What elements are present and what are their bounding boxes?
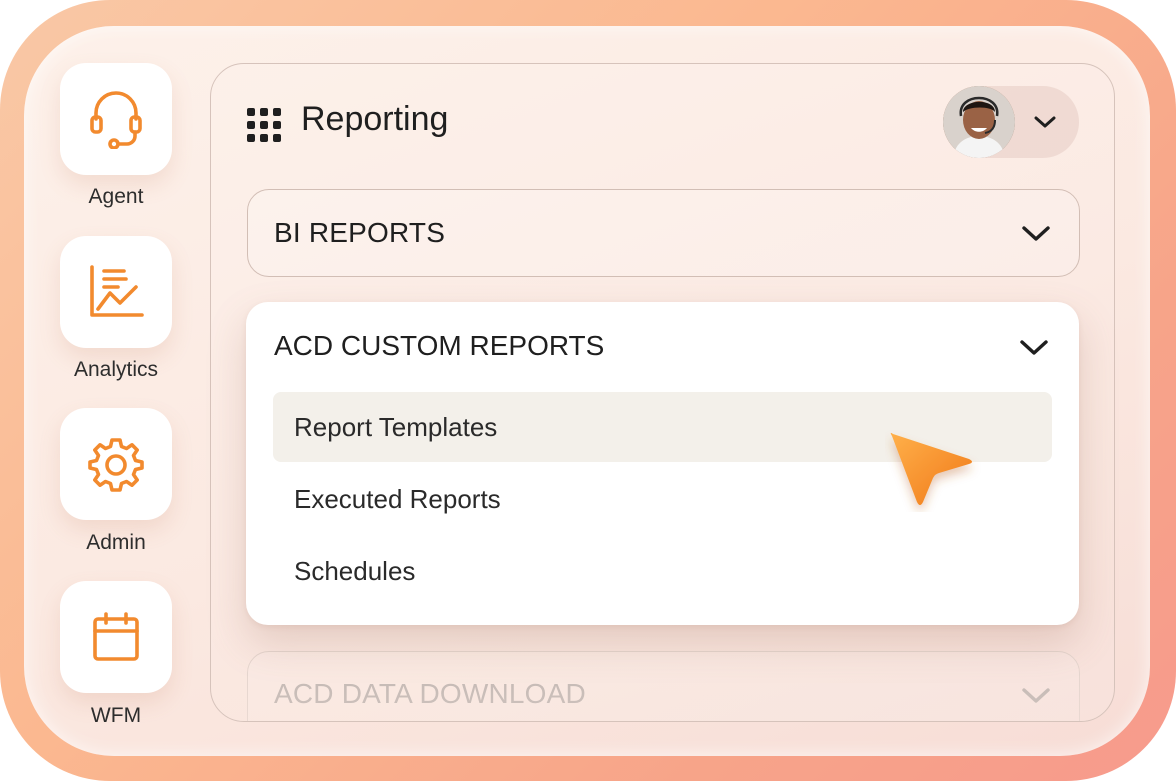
gear-icon: [88, 438, 144, 492]
accordion-bi-reports[interactable]: BI REPORTS: [247, 189, 1080, 277]
headset-icon: [90, 91, 142, 149]
chevron-down-icon[interactable]: [1021, 686, 1051, 706]
menu-item-schedules[interactable]: Schedules: [273, 536, 1052, 606]
sidebar-item-label: Analytics: [73, 358, 159, 381]
sidebar-item-agent[interactable]: Agent: [60, 63, 172, 208]
chevron-down-icon[interactable]: [1021, 224, 1051, 244]
menu-item-label: Executed Reports: [294, 484, 501, 514]
accordion-label: ACD CUSTOM REPORTS: [274, 330, 605, 361]
chart-icon: [90, 265, 144, 317]
calendar-icon: [93, 612, 139, 661]
page-title: Reporting: [301, 100, 449, 138]
sidebar-item-analytics[interactable]: Analytics: [60, 236, 172, 381]
chevron-down-icon[interactable]: [1019, 338, 1049, 358]
sidebar-tile-analytics[interactable]: [60, 236, 172, 348]
sidebar-tile-wfm[interactable]: [60, 581, 172, 693]
sidebar-item-label: WFM: [90, 704, 142, 727]
app-grid-icon[interactable]: [247, 108, 281, 142]
accordion-acd-data-download[interactable]: ACD DATA DOWNLOAD: [247, 651, 1080, 721]
sidebar-tile-agent[interactable]: [60, 63, 172, 175]
sidebar-item-label: Agent: [88, 185, 144, 208]
sidebar-item-label: Admin: [86, 531, 146, 554]
pointer-cursor-icon: [890, 432, 972, 505]
accordion-label: ACD DATA DOWNLOAD: [274, 678, 586, 709]
sidebar-item-wfm[interactable]: WFM: [60, 581, 172, 727]
sidebar-item-admin[interactable]: Admin: [60, 408, 172, 554]
accordion-label: BI REPORTS: [274, 217, 446, 248]
sidebar-tile-admin[interactable]: [60, 408, 172, 520]
menu-item-label: Schedules: [294, 556, 416, 586]
avatar[interactable]: [943, 86, 1015, 158]
chevron-down-icon[interactable]: [1033, 113, 1057, 131]
menu-item-label: Report Templates: [294, 412, 498, 442]
user-menu[interactable]: [943, 86, 1079, 158]
